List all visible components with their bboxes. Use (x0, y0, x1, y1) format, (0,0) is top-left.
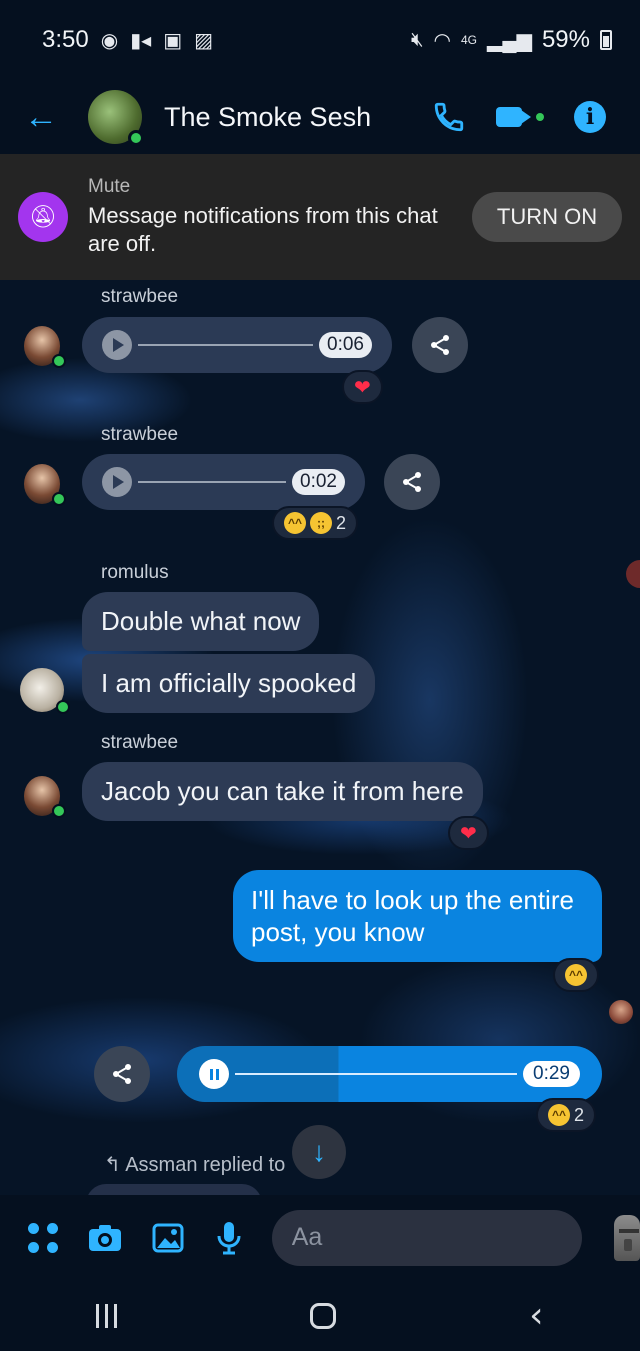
audio-track[interactable] (138, 344, 314, 346)
scroll-down-arrow-icon[interactable]: ↓ (292, 1125, 346, 1179)
reaction-badge[interactable]: ^^ 2 (536, 1098, 597, 1132)
laughing-emoji-icon: ^^ (284, 512, 306, 534)
message-bubble[interactable]: Double what now (82, 592, 320, 651)
audio-duration: 0:29 (523, 1061, 580, 1087)
gallery-icon[interactable] (152, 1221, 184, 1255)
sender-name: strawbee (101, 286, 179, 307)
message-bubble[interactable]: Jacob you can take it from here (82, 762, 483, 821)
video-notification-icon: ▮◂ (130, 29, 152, 52)
sender-name: strawbee (101, 424, 179, 445)
audio-message[interactable]: 0:06 (82, 317, 392, 373)
audio-duration: 0:06 (319, 332, 372, 358)
battery-icon (600, 30, 612, 50)
photo-notification-icon: ▣ (163, 29, 183, 52)
group-avatar[interactable] (88, 90, 144, 146)
message-input-box[interactable] (271, 1209, 638, 1266)
pause-icon[interactable] (199, 1059, 229, 1089)
messenger-notification-icon: ◉ (100, 29, 119, 52)
outgoing-message-bubble[interactable]: I'll have to look up the entire post, yo… (233, 870, 602, 962)
mute-banner: 🔕︎ Mute Message notifications from this … (0, 154, 640, 280)
reply-preview: ↰ Assman replied to (104, 1154, 286, 1176)
info-icon[interactable]: i (574, 101, 606, 133)
reaction-count: 2 (574, 1104, 585, 1125)
back-arrow-icon[interactable]: ← (0, 98, 60, 137)
reaction-badge[interactable]: ❤ (342, 370, 383, 404)
avatar[interactable] (24, 326, 66, 368)
audio-duration: 0:02 (292, 469, 345, 495)
reaction-count: 2 (336, 512, 347, 533)
partial-message-bubble[interactable] (86, 1184, 262, 1195)
audio-track[interactable] (138, 481, 287, 483)
share-button[interactable] (384, 454, 440, 510)
chat-header: ← The Smoke Sesh i (0, 80, 640, 154)
heart-reaction-icon: ❤ (354, 376, 371, 399)
share-icon (113, 1064, 131, 1084)
chat-title[interactable]: The Smoke Sesh (164, 102, 371, 133)
play-icon[interactable] (102, 330, 132, 360)
reaction-badge[interactable]: ^^ (553, 958, 599, 992)
nav-back-icon[interactable]: ‹ (529, 1295, 543, 1336)
avatar[interactable] (20, 668, 70, 714)
status-bar: 3:50 ◉ ▮◂ ▣ ▨ 🔇︎ ◠ 4G ▂▄▆ 59% (0, 0, 640, 80)
wifi-icon: ◠ (433, 29, 451, 52)
outgoing-audio-message[interactable]: 0:29 (177, 1046, 602, 1102)
share-button[interactable] (412, 317, 468, 373)
laughing-emoji-icon: ^^ (548, 1104, 570, 1126)
mute-status-icon: 🔇︎ (410, 28, 424, 51)
moai-quick-reaction-icon[interactable] (613, 1214, 640, 1261)
online-indicator (128, 130, 144, 146)
message-input[interactable] (291, 1223, 614, 1252)
sender-name: strawbee (101, 732, 179, 753)
play-icon[interactable] (102, 467, 132, 497)
recent-apps-icon[interactable] (96, 1303, 118, 1328)
mute-description: Message notifications from this chat are… (88, 203, 438, 256)
camera-icon[interactable] (88, 1221, 122, 1255)
signal-icon: ▂▄▆ (487, 29, 532, 52)
share-icon (431, 335, 449, 355)
seen-avatar (609, 1000, 633, 1024)
system-nav-bar: ‹ (0, 1280, 640, 1351)
message-bubble[interactable]: I am officially spooked (82, 654, 376, 713)
gallery-notification-icon: ▨ (194, 29, 214, 52)
share-icon (403, 472, 421, 492)
share-button[interactable] (94, 1046, 150, 1102)
message-list[interactable]: strawbee 0:06 ❤ strawbee 0:02 ^^ ;; 2 ro… (0, 280, 640, 1195)
microphone-icon[interactable] (214, 1221, 244, 1255)
home-icon[interactable] (310, 1302, 337, 1329)
composer-bar (0, 1195, 640, 1280)
chat-head-bubble[interactable] (626, 560, 640, 588)
crying-emoji-icon: ;; (310, 512, 332, 534)
laughing-emoji-icon: ^^ (565, 964, 587, 986)
apps-grid-icon[interactable] (28, 1221, 58, 1255)
turn-on-button[interactable]: TURN ON (472, 192, 622, 242)
audio-message[interactable]: 0:02 (82, 454, 365, 510)
network-type: 4G (461, 33, 478, 47)
sender-name: romulus (101, 562, 169, 583)
video-call-icon[interactable] (496, 107, 544, 127)
reaction-badge[interactable]: ^^ ;; 2 (272, 506, 359, 540)
phone-call-icon[interactable] (432, 100, 466, 134)
audio-track[interactable] (235, 1073, 518, 1075)
mute-title: Mute (88, 176, 131, 197)
battery-percent: 59% (541, 26, 590, 53)
avatar[interactable] (24, 776, 66, 818)
avatar[interactable] (24, 464, 66, 506)
status-time: 3:50 (42, 26, 89, 53)
bell-off-icon: 🔕︎ (18, 192, 68, 242)
reaction-badge[interactable]: ❤ (448, 816, 489, 850)
reply-arrow-icon: ↰ (104, 1154, 126, 1176)
heart-reaction-icon: ❤ (460, 822, 477, 845)
